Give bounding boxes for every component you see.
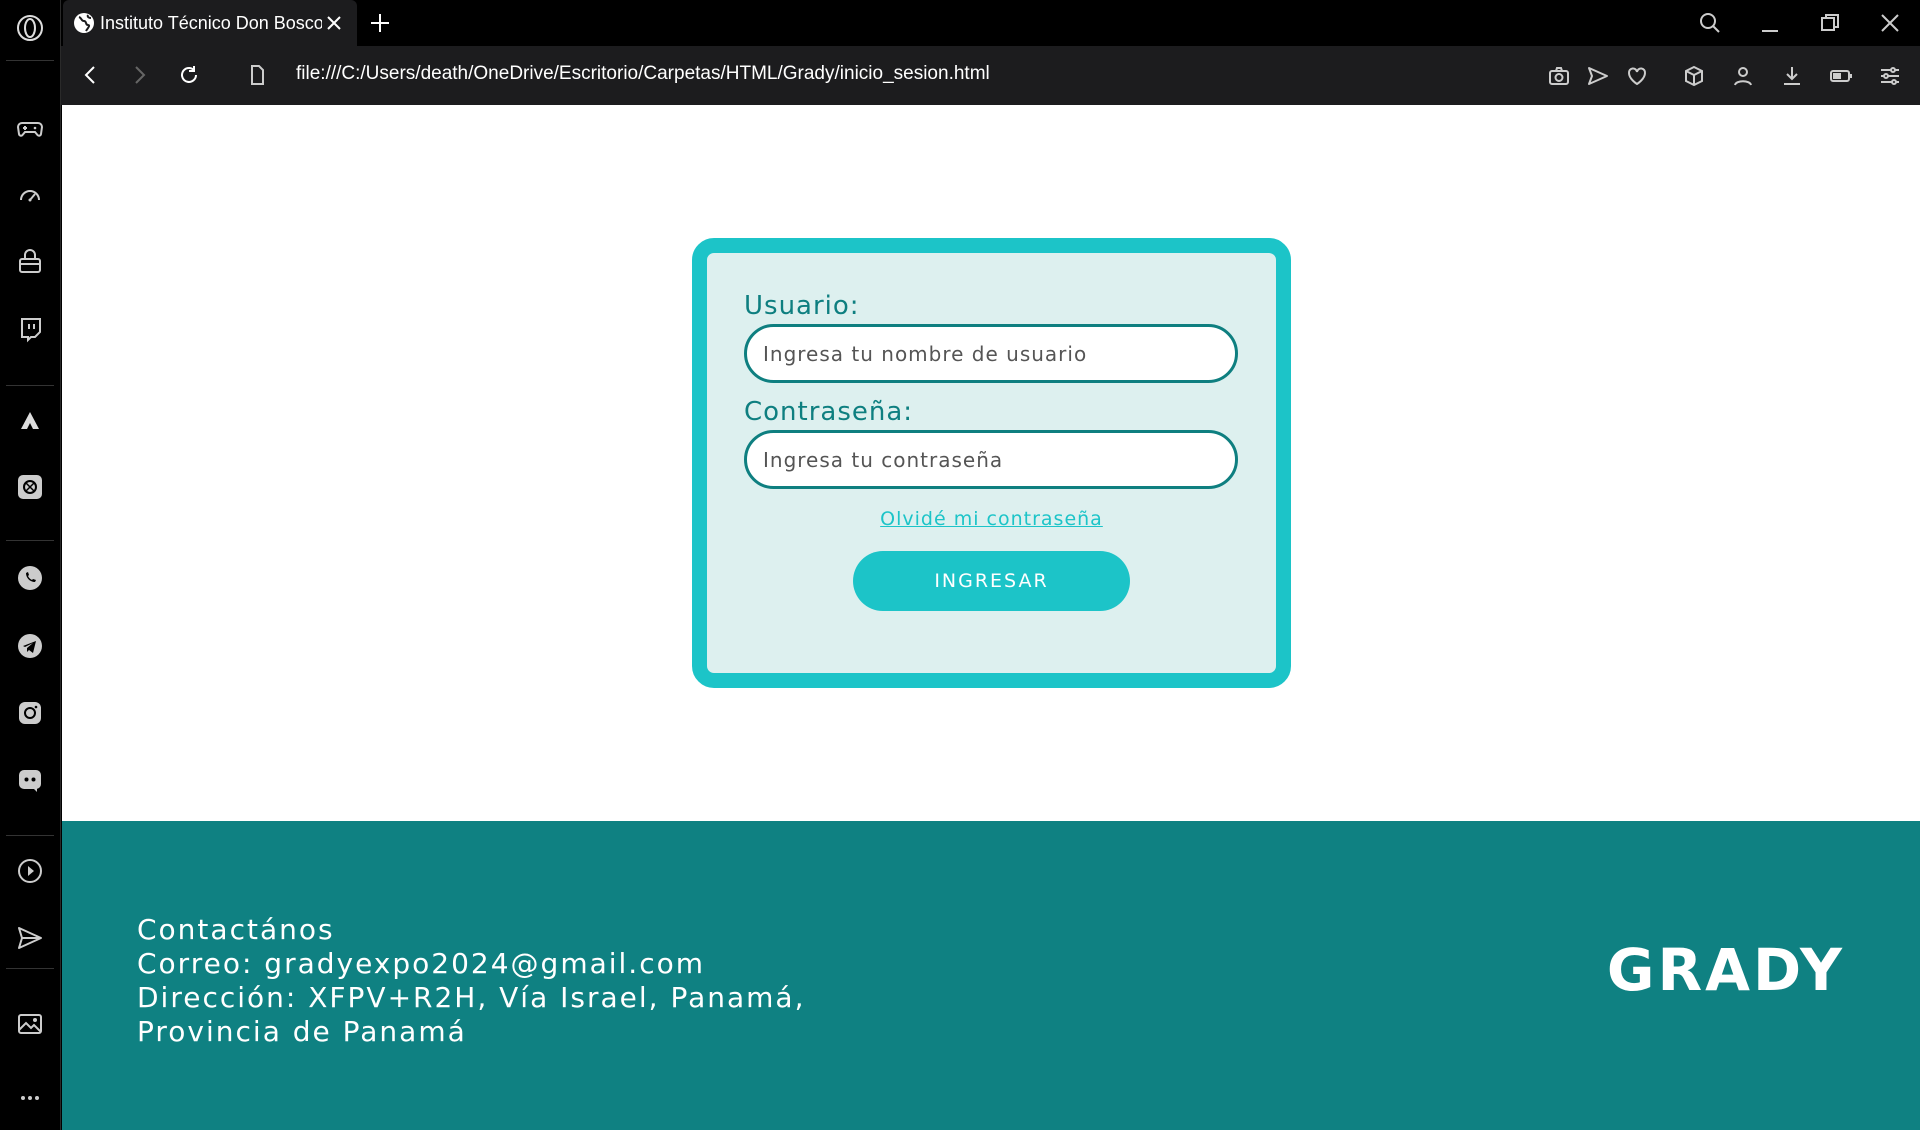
back-icon[interactable] (76, 60, 106, 90)
whatsapp-icon[interactable] (14, 562, 46, 594)
contact-email: Correo: gradyexpo2024@gmail.com (137, 947, 706, 980)
battery-icon[interactable] (1827, 62, 1855, 90)
minimize-icon[interactable] (1755, 8, 1785, 38)
gamepad-icon[interactable] (14, 112, 46, 144)
username-input[interactable] (744, 324, 1238, 383)
send-icon[interactable] (1584, 62, 1612, 90)
twitch-icon[interactable] (14, 313, 46, 345)
address-bar: file:///C:/Users/death/OneDrive/Escritor… (61, 46, 1920, 105)
tab-title: Instituto Técnico Don Bosco (100, 12, 322, 33)
password-input[interactable] (744, 430, 1238, 489)
opera-logo-icon[interactable] (14, 12, 46, 44)
contact-address: Dirección: XFPV+R2H, Vía Israel, Panamá,… (137, 981, 806, 1048)
easy-setup-icon[interactable] (1876, 62, 1904, 90)
password-label: Contraseña: (744, 397, 914, 427)
browser-window: Instituto Técnico Don Bosco file:///C:/U… (0, 0, 1920, 1130)
plus-icon[interactable] (367, 10, 393, 36)
telegram-icon[interactable] (14, 630, 46, 662)
contact-heading: Contactános (137, 913, 335, 946)
more-icon[interactable] (14, 1082, 46, 1114)
window-close-icon[interactable] (1875, 8, 1905, 38)
image-icon[interactable] (14, 1008, 46, 1040)
search-icon[interactable] (1695, 8, 1725, 38)
aria-icon[interactable] (14, 404, 46, 436)
close-icon[interactable] (323, 12, 345, 34)
sidebar-divider (6, 540, 54, 541)
brand-logo: GRADY (1606, 936, 1845, 1004)
heart-icon[interactable] (1623, 62, 1651, 90)
restore-icon[interactable] (1815, 8, 1845, 38)
instagram-icon[interactable] (14, 697, 46, 729)
login-button[interactable]: INGRESAR (853, 551, 1130, 611)
footer: Contactános Correo: gradyexpo2024@gmail.… (62, 821, 1920, 1130)
chatgpt-icon[interactable] (14, 471, 46, 503)
tab-bar: Instituto Técnico Don Bosco (61, 0, 1920, 46)
forgot-password-link[interactable]: Olvidé mi contraseña (707, 508, 1276, 530)
login-form: Usuario: Contraseña: Olvidé mi contraseñ… (692, 238, 1291, 688)
sidebar-divider (6, 385, 54, 386)
tab-active[interactable]: Instituto Técnico Don Bosco (63, 0, 357, 46)
contact-info: Contactános Correo: gradyexpo2024@gmail.… (137, 913, 857, 1049)
camera-icon[interactable] (1545, 62, 1573, 90)
page-content: Usuario: Contraseña: Olvidé mi contraseñ… (62, 105, 1920, 1130)
sidebar (0, 0, 61, 1130)
bag-icon[interactable] (14, 246, 46, 278)
file-icon (242, 60, 272, 90)
speed-dial-icon[interactable] (14, 179, 46, 211)
forward-icon[interactable] (124, 60, 154, 90)
download-icon[interactable] (1778, 62, 1806, 90)
send-icon[interactable] (14, 922, 46, 954)
username-label: Usuario: (744, 291, 860, 321)
url-field[interactable]: file:///C:/Users/death/OneDrive/Escritor… (296, 63, 990, 85)
sidebar-divider (6, 835, 54, 836)
reload-icon[interactable] (174, 60, 204, 90)
user-icon[interactable] (1729, 62, 1757, 90)
player-icon[interactable] (14, 855, 46, 887)
sidebar-divider (6, 60, 54, 61)
globe-icon (74, 13, 94, 33)
extensions-cube-icon[interactable] (1680, 62, 1708, 90)
sidebar-divider (6, 968, 54, 969)
discord-icon[interactable] (14, 764, 46, 796)
